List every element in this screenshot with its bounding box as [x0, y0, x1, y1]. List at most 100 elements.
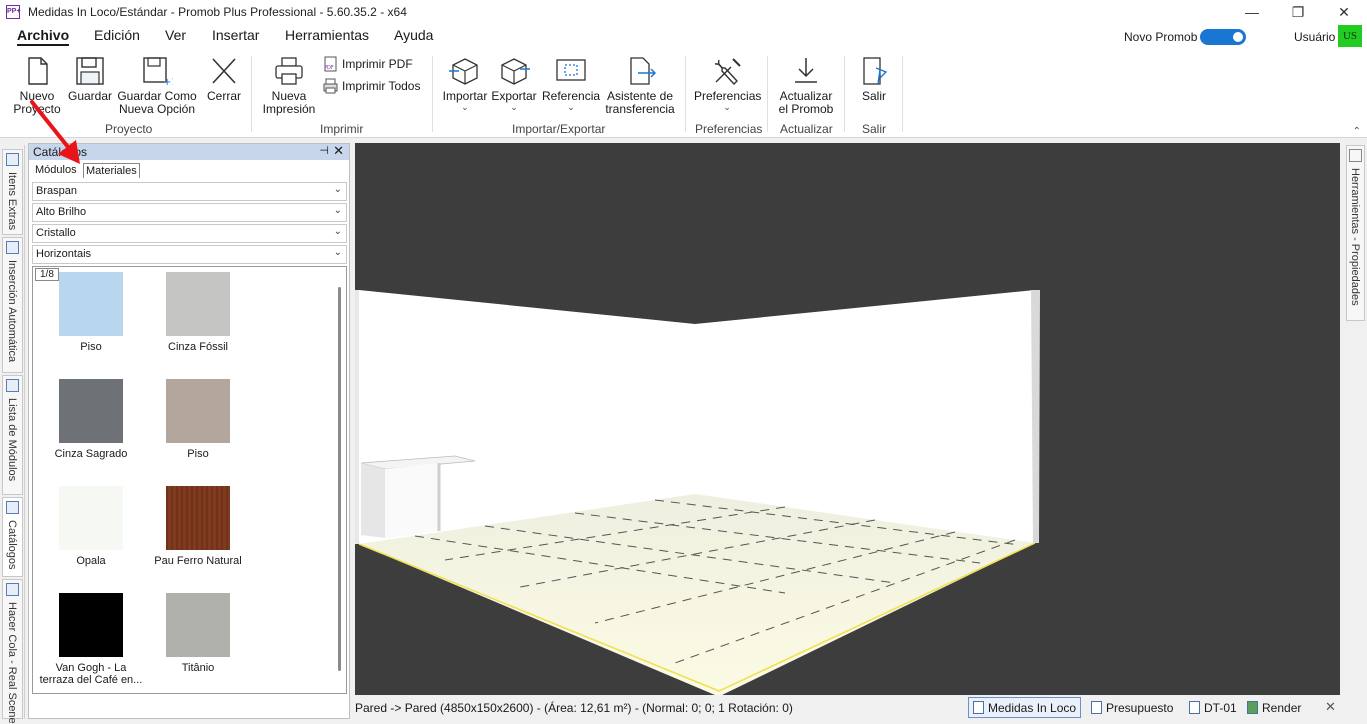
novo-promob-toggle[interactable] [1200, 29, 1246, 45]
right-panel-tabs: Herramientas - Propiedades [1341, 143, 1367, 719]
menu-edicion[interactable]: Edición [94, 27, 140, 43]
red-arrow-icon [30, 100, 80, 164]
group-label-proyecto: Proyecto [105, 122, 153, 136]
save-disk-icon [76, 57, 104, 85]
group-label-salir: Salir [862, 122, 887, 136]
materials-grid: 1/8 Piso Cinza Fóssil Cinza Sagrado Piso… [32, 266, 347, 694]
download-arrow-icon [795, 58, 817, 83]
close-icon[interactable]: ✕ [1325, 699, 1336, 715]
material-swatch [59, 593, 123, 657]
status-bar: Pared -> Pared (4850x150x2600) - (Área: … [355, 697, 1340, 719]
menu-ver[interactable]: Ver [165, 27, 186, 43]
exit-door-icon [863, 57, 888, 85]
catalog-panel: Catálogos ⊣ ✕ Módulos Materiales Braspan… [28, 143, 350, 719]
filter-dropdown-brand[interactable]: Braspan ⌄ [32, 182, 347, 201]
material-swatch [166, 593, 230, 657]
print-all-button[interactable]: Imprimir Todos [323, 78, 420, 94]
material-tile[interactable]: Piso [144, 379, 252, 460]
export-button[interactable]: Exportar ⌄ [491, 56, 537, 114]
group-label-imprimir: Imprimir [320, 122, 364, 136]
tools-wrench-icon [714, 58, 741, 86]
module-list-icon [6, 379, 19, 392]
print-pdf-button[interactable]: PDF Imprimir PDF [323, 56, 413, 72]
3d-viewport[interactable] [355, 143, 1340, 695]
close-window-button[interactable]: ✕ [1321, 0, 1367, 24]
material-swatch [166, 379, 230, 443]
collapse-ribbon-icon[interactable]: ⌃ [1353, 126, 1361, 137]
material-tile[interactable]: Piso [37, 272, 145, 353]
novo-promob-label: Novo Promob [1124, 30, 1198, 44]
app-logo-icon: PP+ [6, 5, 20, 19]
left-panel-tabs: Itens Extras Inserción Automática Lista … [0, 145, 25, 724]
import-box-icon [449, 58, 478, 85]
tab-dt-01[interactable]: DT-01 [1185, 697, 1241, 718]
user-label: Usuário [1294, 30, 1336, 44]
chevron-down-icon: ⌄ [333, 247, 342, 258]
image-icon [1247, 701, 1258, 714]
preferences-button[interactable]: Preferencias ⌄ [694, 56, 761, 114]
exit-button[interactable]: Salir [854, 56, 894, 103]
update-promob-button[interactable]: Actualizar el Promob [776, 56, 836, 116]
avatar[interactable]: US [1338, 25, 1362, 47]
material-tile[interactable]: Cinza Sagrado [37, 379, 145, 460]
material-tile[interactable]: Opala [37, 486, 145, 567]
chevron-down-icon: ⌄ [333, 184, 342, 195]
new-print-button[interactable]: Nueva Impresión [261, 56, 317, 116]
vertical-scrollbar[interactable] [338, 287, 341, 671]
material-tile[interactable]: Pau Ferro Natural [144, 486, 252, 567]
tools-icon [1349, 149, 1362, 162]
tab-lista-de-modulos[interactable]: Lista de Módulos [2, 375, 23, 495]
tab-render[interactable]: Render [1243, 697, 1305, 718]
pdf-icon: PDF [324, 56, 337, 72]
close-icon[interactable]: ✕ [333, 143, 344, 159]
close-x-icon [212, 58, 236, 84]
document-icon [1091, 701, 1102, 714]
tab-hacer-cola-real-scene[interactable]: Hacer Cola - Real Scene [2, 579, 23, 724]
reference-frame-icon [556, 59, 586, 81]
transfer-document-icon [630, 57, 656, 85]
tab-itens-extras[interactable]: Itens Extras [2, 149, 23, 235]
material-tile[interactable]: Titânio [144, 593, 252, 674]
tab-medidas-in-loco[interactable]: Medidas In Loco [968, 697, 1082, 718]
tab-materiales[interactable]: Materiales [83, 163, 140, 178]
catalog-icon [6, 501, 19, 514]
material-tile[interactable]: Cinza Fóssil [144, 272, 252, 353]
status-text: Pared -> Pared (4850x150x2600) - (Área: … [355, 701, 793, 715]
import-button[interactable]: Importar ⌄ [440, 56, 490, 114]
menu-archivo[interactable]: Archivo [17, 27, 70, 46]
material-swatch [166, 486, 230, 550]
tab-catalogos[interactable]: Catálogos [2, 497, 23, 577]
window-title: Medidas In Loco/Estándar - Promob Plus P… [28, 5, 407, 19]
save-button[interactable]: Guardar [67, 56, 113, 103]
material-swatch [59, 379, 123, 443]
maximize-button[interactable]: ❐ [1275, 0, 1321, 24]
filter-dropdown-line[interactable]: Alto Brilho ⌄ [32, 203, 347, 222]
ribbon: NuevoProyecto Guardar +1 Guardar ComoNue… [0, 50, 1367, 138]
menu-bar: Archivo Edición Ver Insertar Herramienta… [0, 24, 1367, 50]
print-all-icon [323, 78, 338, 94]
title-bar: PP+ Medidas In Loco/Estándar - Promob Pl… [0, 0, 1367, 24]
filter-dropdown-orientation[interactable]: Horizontais ⌄ [32, 245, 347, 264]
menu-ayuda[interactable]: Ayuda [394, 27, 433, 43]
minimize-button[interactable]: — [1229, 0, 1275, 24]
material-tile[interactable]: Van Gogh - La terraza del Café en... [37, 593, 145, 686]
reference-button[interactable]: Referencia ⌄ [542, 56, 600, 114]
new-document-icon [28, 57, 48, 85]
svg-text:PDF: PDF [324, 65, 334, 71]
material-swatch [166, 272, 230, 336]
menu-insertar[interactable]: Insertar [212, 27, 259, 43]
tab-herramientas-propiedades[interactable]: Herramientas - Propiedades [1346, 145, 1365, 321]
document-icon [1189, 701, 1200, 714]
queue-icon [6, 583, 19, 596]
close-project-button[interactable]: Cerrar [204, 56, 244, 103]
group-label-actualizar: Actualizar [780, 122, 833, 136]
filter-dropdown-collection[interactable]: Cristallo ⌄ [32, 224, 347, 243]
auto-insert-icon [6, 241, 19, 254]
pin-icon[interactable]: ⊣ [319, 144, 329, 157]
transfer-wizard-button[interactable]: Asistente de transferencia [604, 56, 676, 116]
svg-text:+1: +1 [163, 77, 173, 86]
save-as-option-button[interactable]: +1 Guardar ComoNueva Opción [117, 56, 197, 116]
tab-presupuesto[interactable]: Presupuesto [1087, 697, 1177, 718]
menu-herramientas[interactable]: Herramientas [285, 27, 369, 43]
tab-insercion-automatica[interactable]: Inserción Automática [2, 237, 23, 373]
